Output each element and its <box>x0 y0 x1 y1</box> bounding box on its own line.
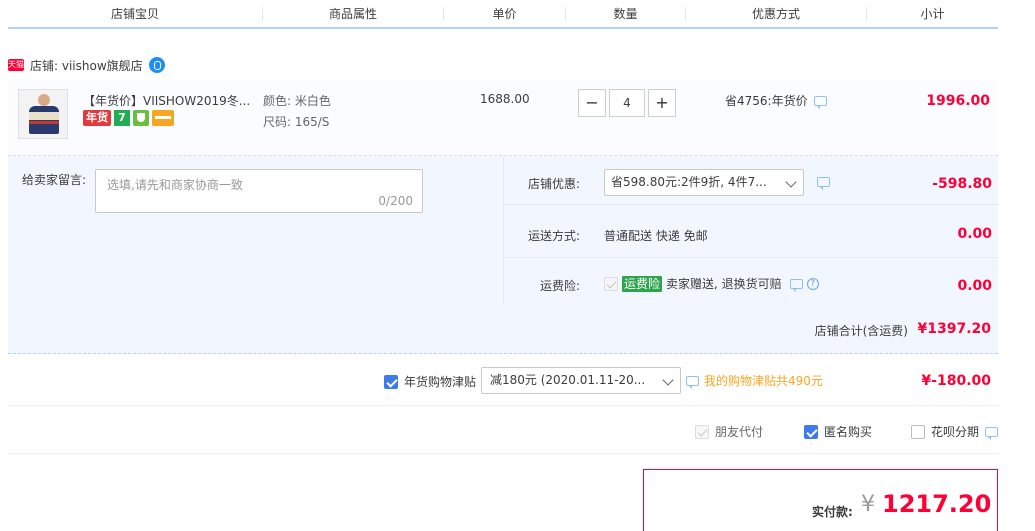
unit-price: 1688.00 <box>480 92 530 106</box>
product-image[interactable] <box>18 89 68 139</box>
product-image-band <box>29 112 59 120</box>
order-item-row: 【年货价】VIISHOW2019冬... 年货 7 颜色: 米白色 尺码: 16… <box>8 80 998 156</box>
anonymous-label: 匿名购买 <box>824 425 873 439</box>
comment-icon[interactable] <box>817 177 830 190</box>
item-subtotal: 1996.00 <box>926 93 990 109</box>
shop-discount-row: 店铺优惠: 省598.80元:2件9折, 4件7... -598.80 <box>504 156 999 205</box>
allowance-link[interactable]: 我的购物津贴共490元 <box>704 372 823 389</box>
shop-discount-select[interactable]: 省598.80元:2件9折, 4件7... <box>604 169 804 196</box>
allowance-label: 年货购物津贴 <box>404 375 477 389</box>
shop-total-value: ¥1397.20 <box>917 321 991 337</box>
insurance-value: 0.00 <box>957 278 992 294</box>
chevron-down-icon <box>662 374 674 386</box>
payment-label: 实付款: <box>812 505 853 519</box>
increase-button[interactable]: + <box>648 89 676 117</box>
shipping-value: 0.00 <box>957 226 992 242</box>
decrease-button[interactable]: − <box>578 89 606 117</box>
payment-currency: ¥ <box>861 492 875 517</box>
message-placeholder: 选填,请先和商家协商一致 <box>107 178 243 192</box>
huabei-label: 花呗分期 <box>931 425 980 439</box>
shipping-label: 运送方式: <box>528 229 581 243</box>
item-discount: 省4756:年货价 <box>725 92 827 109</box>
header-item: 店铺宝贝 <box>8 7 263 21</box>
nianhuo-tag: 年货 <box>83 110 111 126</box>
shop-discount-value: -598.80 <box>932 176 992 192</box>
quantity-stepper: − 4 + <box>578 89 676 117</box>
seven-day-return-icon: 7 <box>114 110 130 126</box>
guarantee-icon <box>133 110 149 126</box>
comment-icon[interactable] <box>789 278 803 292</box>
quantity-input[interactable]: 4 <box>609 89 645 117</box>
header-discount: 优惠方式 <box>686 7 867 21</box>
product-tags: 年货 7 <box>83 110 174 126</box>
allowance-select[interactable]: 减180元 (2020.01.11-20... <box>481 367 681 394</box>
header-attributes: 商品属性 <box>263 7 444 21</box>
message-char-count: 0/200 <box>378 194 413 208</box>
order-options-panel: 给卖家留言: 选填,请先和商家协商一致 0/200 店铺优惠: 省598.80元… <box>8 156 999 304</box>
shipping-method: 普通配送 快递 免邮 <box>604 229 708 243</box>
message-textarea[interactable]: 选填,请先和商家协商一致 0/200 <box>95 169 423 213</box>
allowance-toggle[interactable]: 年货购物津贴 <box>384 373 476 390</box>
huabei-option[interactable]: 花呗分期 <box>911 423 998 440</box>
table-header: 店铺宝贝 商品属性 单价 数量 优惠方式 小计 <box>8 0 998 29</box>
chevron-down-icon <box>785 176 797 188</box>
shop-line: 天猫 店铺: viishow旗舰店 <box>8 55 165 75</box>
product-image-jacket <box>29 106 59 134</box>
allowance-row: 年货购物津贴 减180元 (2020.01.11-20... 我的购物津贴共49… <box>8 355 998 406</box>
shop-total-row: 店铺合计(含运费) ¥1397.20 <box>8 304 998 354</box>
shop-name-link[interactable]: 店铺: viishow旗舰店 <box>30 57 143 74</box>
item-discount-text: 省4756:年货价 <box>725 94 808 108</box>
allowance-info[interactable]: 我的购物津贴共490元 <box>686 372 823 389</box>
header-subtotal: 小计 <box>920 7 945 21</box>
comment-icon[interactable] <box>686 375 699 389</box>
friend-pay-checkbox[interactable] <box>695 424 709 439</box>
insurance-checkbox <box>604 276 618 291</box>
anonymous-checkbox[interactable] <box>804 424 818 439</box>
huabei-checkbox[interactable] <box>911 424 925 439</box>
help-icon[interactable]: ? <box>806 277 819 290</box>
attr-color: 颜色: 米白色 <box>263 94 331 108</box>
anonymous-option[interactable]: 匿名购买 <box>804 423 872 440</box>
credit-card-icon <box>152 110 174 126</box>
payment-options-row: 朋友代付 匿名购买 花呗分期 <box>8 406 998 454</box>
header-price: 单价 <box>444 7 566 21</box>
shop-discount-label: 店铺优惠: <box>528 177 581 191</box>
wangwang-icon[interactable] <box>148 57 165 73</box>
message-label: 给卖家留言: <box>22 173 87 187</box>
comment-icon[interactable] <box>813 95 827 109</box>
product-title-link[interactable]: 【年货价】VIISHOW2019冬... <box>83 92 251 108</box>
shop-total-label: 店铺合计(含运费) <box>814 324 908 338</box>
shop-discount-selected: 省598.80元:2件9折, 4件7... <box>611 175 767 189</box>
tmall-icon: 天猫 <box>8 59 24 71</box>
insurance-row: 运费险: 运费险 卖家赠送, 退换货可赔 ? 0.00 <box>504 259 999 304</box>
shop-fees-panel: 店铺优惠: 省598.80元:2件9折, 4件7... -598.80 运送方式… <box>503 156 999 304</box>
payment-summary: 实付款: ¥ 1217.20 <box>643 469 998 531</box>
shipping-row: 运送方式: 普通配送 快递 免邮 0.00 <box>504 209 999 258</box>
allowance-selected: 减180元 (2020.01.11-20... <box>490 373 646 387</box>
insurance-label: 运费险: <box>540 279 581 293</box>
insurance-badge: 运费险 <box>622 275 663 292</box>
attr-size: 尺码: 165/S <box>263 115 330 129</box>
product-image-stripe <box>29 121 59 124</box>
friend-pay-label: 朋友代付 <box>715 425 764 439</box>
insurance-detail: 运费险 卖家赠送, 退换货可赔 ? <box>604 275 819 292</box>
friend-pay-option[interactable]: 朋友代付 <box>695 423 763 440</box>
comment-icon[interactable] <box>985 426 998 440</box>
header-quantity: 数量 <box>566 7 686 21</box>
allowance-value: ¥-180.00 <box>921 373 991 389</box>
allowance-checkbox[interactable] <box>384 374 398 389</box>
product-image-head <box>38 94 50 106</box>
payment-amount: 1217.20 <box>882 490 992 518</box>
insurance-text: 卖家赠送, 退换货可赔 <box>666 277 782 291</box>
